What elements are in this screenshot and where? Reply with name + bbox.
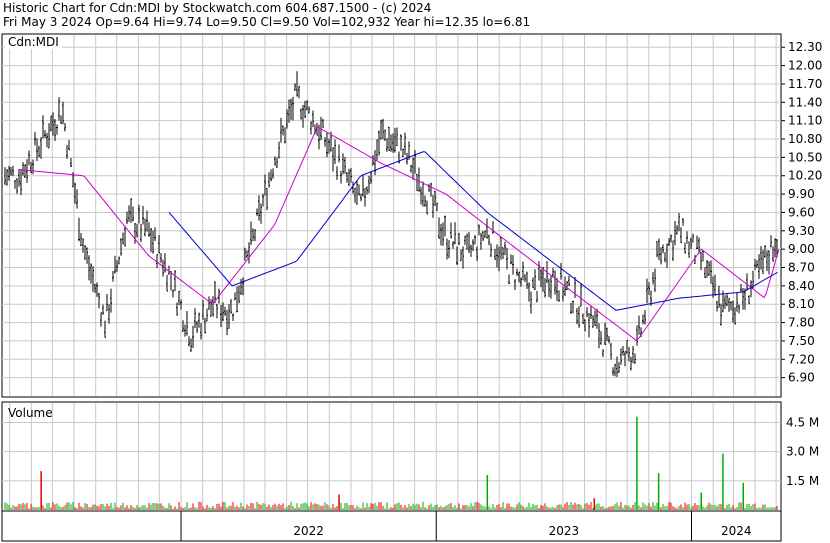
price-tick-label: 10.20 — [788, 169, 822, 183]
price-tick-label: 7.20 — [788, 352, 815, 366]
year-label: 2023 — [549, 524, 580, 538]
stock-chart: Historic Chart for Cdn:MDI by Stockwatch… — [0, 0, 830, 543]
chart-summary: Fri May 3 2024 Op=9.64 Hi=9.74 Lo=9.50 C… — [3, 15, 530, 29]
price-tick-label: 9.00 — [788, 242, 815, 256]
price-tick-label: 6.90 — [788, 371, 815, 385]
volume-panel-label: Volume — [8, 406, 53, 420]
price-tick-label: 11.70 — [788, 77, 822, 91]
year-label: 2022 — [293, 524, 324, 538]
price-tick-label: 7.50 — [788, 334, 815, 348]
price-tick-label: 9.30 — [788, 224, 815, 238]
volume-tick-label: 4.5 M — [786, 415, 819, 429]
price-tick-label: 11.10 — [788, 114, 822, 128]
volume-tick-label: 3.0 M — [786, 445, 819, 459]
volume-tick-label: 1.5 M — [786, 474, 819, 488]
chart-title: Historic Chart for Cdn:MDI by Stockwatch… — [3, 1, 431, 15]
price-tick-label: 7.80 — [788, 316, 815, 330]
price-tick-label: 11.40 — [788, 95, 822, 109]
price-tick-label: 9.90 — [788, 187, 815, 201]
price-tick-label: 8.40 — [788, 279, 815, 293]
price-tick-label: 10.50 — [788, 150, 822, 164]
year-label: 2024 — [721, 524, 752, 538]
price-tick-label: 9.60 — [788, 205, 815, 219]
price-tick-label: 12.30 — [788, 40, 822, 54]
price-panel-label: Cdn:MDI — [8, 35, 59, 49]
price-tick-label: 10.80 — [788, 132, 822, 146]
volume-axis-ticks: 4.5 M 3.0 M 1.5 M — [786, 415, 819, 487]
price-tick-label: 12.00 — [788, 59, 822, 73]
price-tick-label: 8.70 — [788, 261, 815, 275]
price-tick-label: 8.10 — [788, 297, 815, 311]
